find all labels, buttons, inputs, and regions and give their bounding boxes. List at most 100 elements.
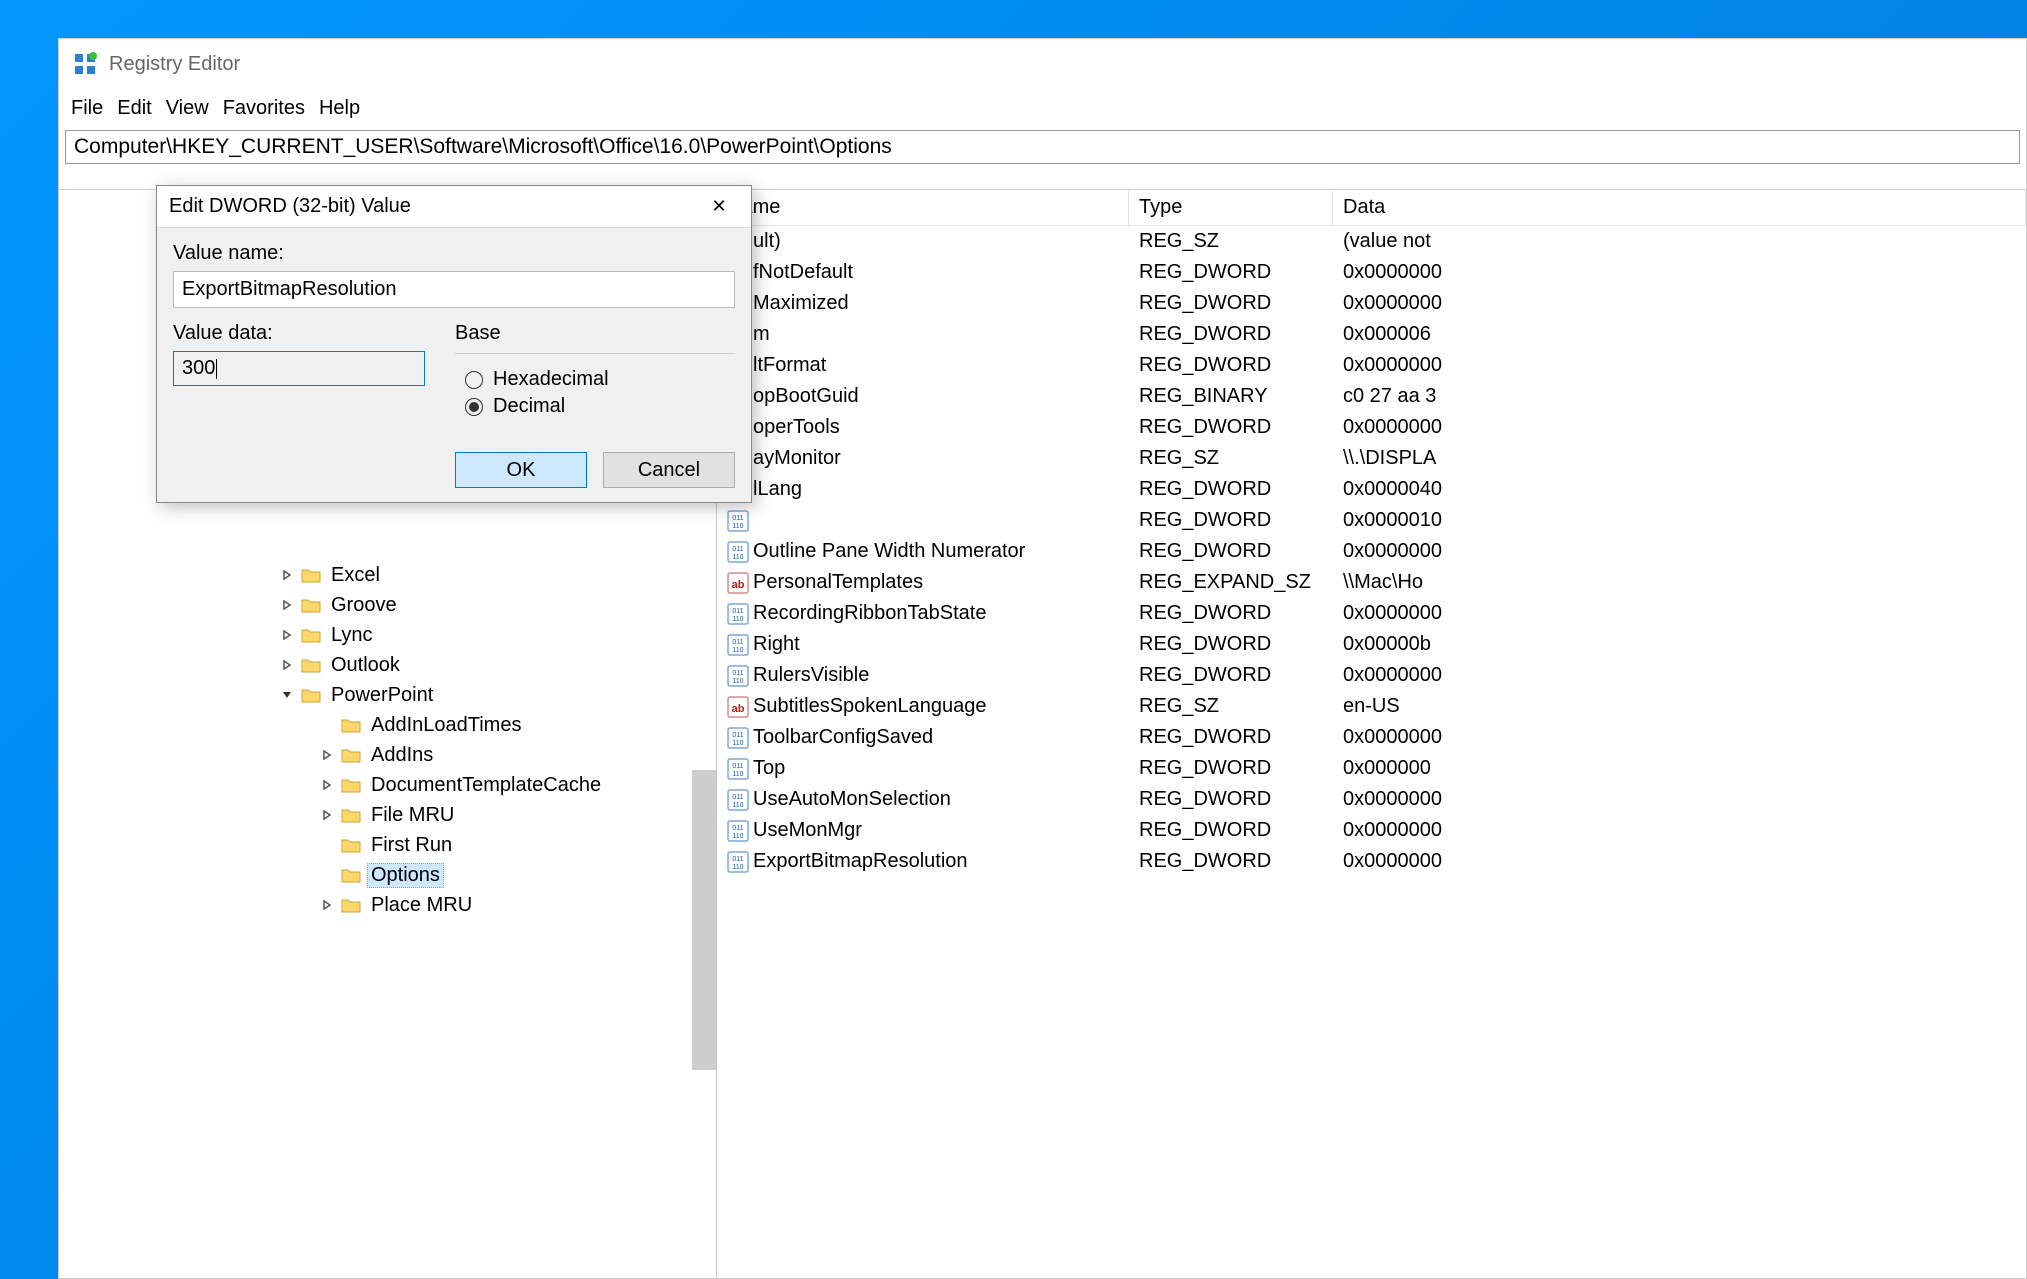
tree-item-documenttemplatecache[interactable]: DocumentTemplateCache [59, 770, 716, 800]
folder-icon [341, 777, 361, 793]
app-title: Registry Editor [109, 53, 240, 76]
tree-item-label: Options [367, 863, 444, 888]
value-name-text: SubtitlesSpokenLanguage [753, 695, 987, 718]
folder-icon [301, 567, 321, 583]
cell-name: opBootGuid [717, 385, 1129, 408]
chevron-right-icon[interactable] [319, 807, 335, 823]
list-row[interactable]: ExportBitmapResolutionREG_DWORD0x0000000 [717, 846, 2026, 877]
list-row[interactable]: RightREG_DWORD0x00000b [717, 629, 2026, 660]
radio-decimal[interactable]: Decimal [465, 395, 725, 418]
string-value-icon [727, 572, 749, 594]
list-row[interactable]: ToolbarConfigSavedREG_DWORD0x0000000 [717, 722, 2026, 753]
chevron-down-icon[interactable] [279, 687, 295, 703]
list-row[interactable]: UseMonMgrREG_DWORD0x0000000 [717, 815, 2026, 846]
ok-button[interactable]: OK [455, 452, 587, 488]
edit-dword-dialog: Edit DWORD (32-bit) Value ✕ Value name: … [156, 185, 752, 503]
tree-item-excel[interactable]: Excel [59, 560, 716, 590]
cell-name: RulersVisible [717, 664, 1129, 687]
address-bar[interactable]: Computer\HKEY_CURRENT_USER\Software\Micr… [65, 130, 2020, 164]
value-data-input[interactable]: 300 [173, 351, 425, 386]
list-row[interactable]: ayMonitorREG_SZ\\.\DISPLA [717, 443, 2026, 474]
list-pane[interactable]: Name Type Data ult)REG_SZ(value not fNotD… [717, 190, 2026, 1278]
list-row[interactable]: fNotDefaultREG_DWORD0x0000000 [717, 257, 2026, 288]
menu-view[interactable]: View [160, 93, 215, 124]
tree-item-addins[interactable]: AddIns [59, 740, 716, 770]
cell-data: (value not [1333, 230, 2026, 253]
cell-type: REG_DWORD [1129, 261, 1333, 284]
list-row[interactable]: TopREG_DWORD0x000000 [717, 753, 2026, 784]
list-row[interactable]: opBootGuidREG_BINARYc0 27 aa 3 [717, 381, 2026, 412]
list-row[interactable]: RecordingRibbonTabStateREG_DWORD0x000000… [717, 598, 2026, 629]
tree-item-first-run[interactable]: First Run [59, 830, 716, 860]
list-row[interactable]: RulersVisibleREG_DWORD0x0000000 [717, 660, 2026, 691]
cell-type: REG_BINARY [1129, 385, 1333, 408]
value-name-text: UseAutoMonSelection [753, 788, 951, 811]
chevron-right-icon[interactable] [319, 897, 335, 913]
chevron-right-icon[interactable] [319, 777, 335, 793]
tree-item-options[interactable]: Options [59, 860, 716, 890]
chevron-right-icon[interactable] [319, 747, 335, 763]
tree-item-powerpoint[interactable]: PowerPoint [59, 680, 716, 710]
tree-item-label: AddIns [367, 744, 437, 767]
value-name-text: fNotDefault [753, 261, 853, 284]
tree-scroll-thumb[interactable] [692, 770, 716, 1070]
binary-value-icon [727, 820, 749, 842]
titlebar: Registry Editor [59, 39, 2026, 89]
value-name-field[interactable]: ExportBitmapResolution [173, 271, 735, 308]
value-name-text: RulersVisible [753, 664, 869, 687]
menu-edit[interactable]: Edit [111, 93, 157, 124]
radio-icon [465, 371, 483, 389]
cell-name [717, 510, 1129, 532]
tree-item-lync[interactable]: Lync [59, 620, 716, 650]
cancel-button[interactable]: Cancel [603, 452, 735, 488]
cell-name: ltFormat [717, 354, 1129, 377]
list-row[interactable]: mREG_DWORD0x000006 [717, 319, 2026, 350]
tree-item-addinloadtimes[interactable]: AddInLoadTimes [59, 710, 716, 740]
cell-data: 0x0000000 [1333, 664, 2026, 687]
tree-item-file-mru[interactable]: File MRU [59, 800, 716, 830]
cell-data: 0x0000000 [1333, 850, 2026, 873]
tree-item-label: File MRU [367, 804, 458, 827]
value-name-text: ult) [753, 230, 781, 253]
folder-icon [341, 747, 361, 763]
cell-type: REG_DWORD [1129, 292, 1333, 315]
tree-item-outlook[interactable]: Outlook [59, 650, 716, 680]
cell-data: 0x0000000 [1333, 788, 2026, 811]
chevron-right-icon[interactable] [279, 627, 295, 643]
tree-item-place-mru[interactable]: Place MRU [59, 890, 716, 920]
list-row[interactable]: UseAutoMonSelectionREG_DWORD0x0000000 [717, 784, 2026, 815]
tree-item-groove[interactable]: Groove [59, 590, 716, 620]
binary-value-icon [727, 665, 749, 687]
col-header-name[interactable]: Name [717, 190, 1129, 225]
folder-icon [301, 597, 321, 613]
col-header-type[interactable]: Type [1129, 190, 1333, 225]
menu-favorites[interactable]: Favorites [217, 93, 311, 124]
binary-value-icon [727, 603, 749, 625]
list-row[interactable]: lLangREG_DWORD0x0000040 [717, 474, 2026, 505]
value-name-text: Right [753, 633, 800, 656]
binary-value-icon [727, 634, 749, 656]
col-header-data[interactable]: Data [1333, 190, 2026, 225]
list-row[interactable]: REG_DWORD0x0000010 [717, 505, 2026, 536]
folder-icon [301, 627, 321, 643]
list-row[interactable]: Outline Pane Width NumeratorREG_DWORD0x0… [717, 536, 2026, 567]
list-row[interactable]: operToolsREG_DWORD0x0000000 [717, 412, 2026, 443]
cell-name: m [717, 323, 1129, 346]
close-icon[interactable]: ✕ [699, 191, 739, 223]
menu-help[interactable]: Help [313, 93, 366, 124]
list-row[interactable]: MaximizedREG_DWORD0x0000000 [717, 288, 2026, 319]
menu-file[interactable]: File [65, 93, 109, 124]
chevron-right-icon[interactable] [279, 567, 295, 583]
binary-value-icon [727, 851, 749, 873]
cell-name: fNotDefault [717, 261, 1129, 284]
radio-hexadecimal[interactable]: Hexadecimal [465, 368, 725, 391]
tree-item-label: Groove [327, 594, 401, 617]
chevron-right-icon[interactable] [279, 597, 295, 613]
cell-name: Right [717, 633, 1129, 656]
list-row[interactable]: ltFormatREG_DWORD0x0000000 [717, 350, 2026, 381]
list-row[interactable]: PersonalTemplatesREG_EXPAND_SZ\\Mac\Ho [717, 567, 2026, 598]
cell-data: 0x0000000 [1333, 819, 2026, 842]
list-row[interactable]: ult)REG_SZ(value not [717, 226, 2026, 257]
list-row[interactable]: SubtitlesSpokenLanguageREG_SZen-US [717, 691, 2026, 722]
chevron-right-icon[interactable] [279, 657, 295, 673]
